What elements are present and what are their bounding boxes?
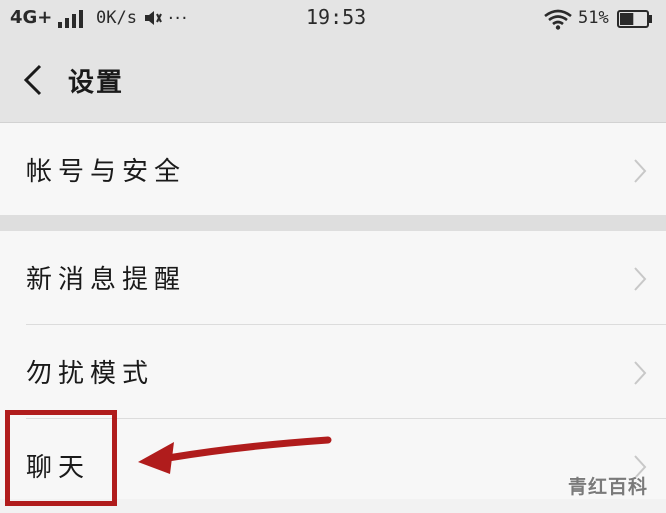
settings-item-label: 帐号与安全 — [26, 157, 187, 187]
settings-item-label: 勿扰模式 — [26, 359, 155, 389]
chevron-right-icon — [634, 267, 647, 291]
network-type: 4G+ — [10, 7, 53, 28]
settings-item-do-not-disturb[interactable]: 勿扰模式 — [0, 325, 666, 419]
battery-percent: 51% — [578, 8, 609, 28]
settings-group-account: 帐号与安全 — [0, 123, 666, 215]
settings-item-new-message-alert[interactable]: 新消息提醒 — [0, 231, 666, 325]
status-bar: 4G+ 0K/s ··· 19:53 51% — [0, 0, 666, 38]
highlight-box — [5, 410, 117, 506]
chevron-right-icon — [634, 361, 647, 385]
signal-icon — [58, 10, 83, 28]
watermark: 青红百科 — [568, 476, 649, 498]
chevron-right-icon — [634, 159, 647, 183]
wifi-icon — [544, 9, 572, 30]
section-separator — [0, 215, 666, 231]
settings-item-account-security[interactable]: 帐号与安全 — [0, 123, 666, 217]
annotation-arrow-icon — [138, 436, 332, 474]
header: 设置 — [0, 38, 666, 123]
more-dots-icon: ··· — [168, 8, 189, 29]
settings-item-label: 新消息提醒 — [26, 265, 187, 295]
status-clock: 19:53 — [306, 5, 367, 29]
battery-icon — [617, 10, 652, 28]
vibrate-icon — [145, 11, 162, 25]
network-speed: 0K/s — [96, 8, 137, 28]
page-title: 设置 — [68, 68, 125, 98]
chevron-left-icon[interactable] — [14, 60, 54, 100]
